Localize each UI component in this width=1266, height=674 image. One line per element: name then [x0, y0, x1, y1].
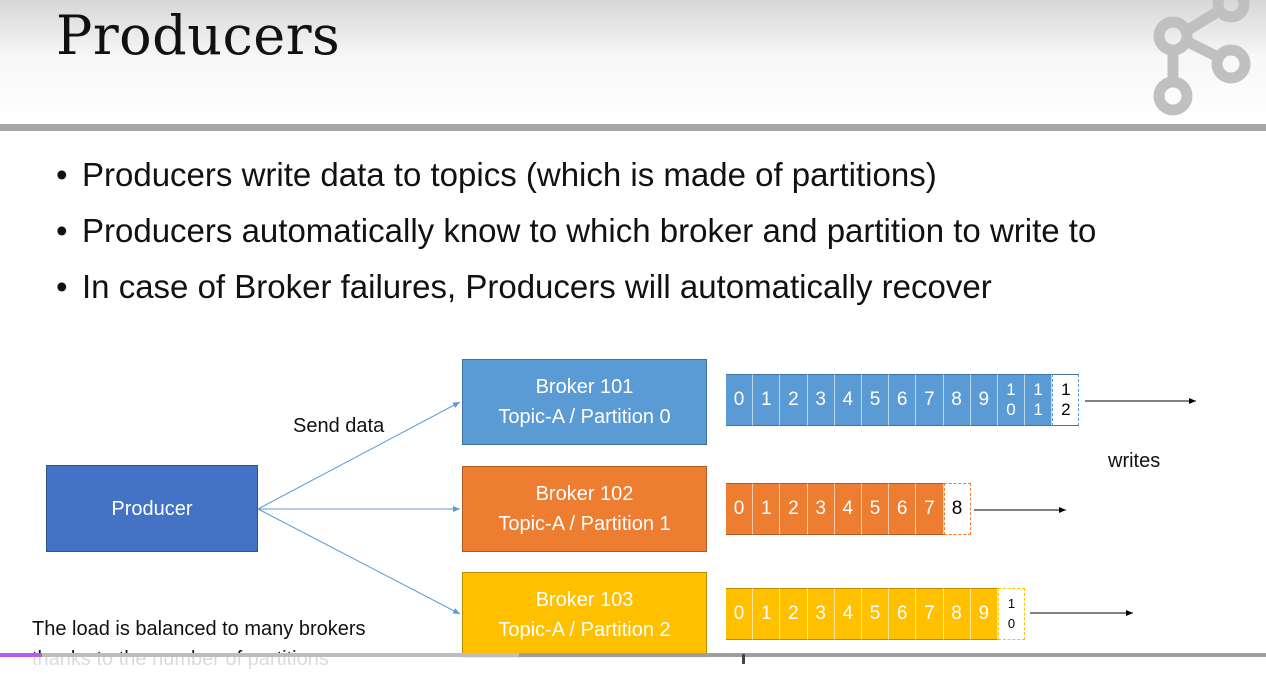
offset-cell: 4 — [834, 483, 862, 535]
offset-cell: 0 — [726, 483, 754, 535]
partition-1-log: 0 1 2 3 4 5 6 7 8 — [726, 483, 971, 535]
offset-cell: 1 — [753, 588, 781, 640]
offset-cell: 3 — [807, 483, 835, 535]
producer-box: Producer — [46, 465, 258, 552]
offset-cell: 2 — [780, 483, 808, 535]
offset-cell: 1 — [753, 374, 781, 426]
offset-cell: 6 — [889, 374, 917, 426]
offset-cell: 7 — [916, 483, 944, 535]
progress-played — [0, 653, 42, 657]
offset-cell: 8 — [943, 374, 971, 426]
broker-topic: Topic-A / Partition 2 — [498, 619, 671, 641]
offset-cell: 4 — [834, 588, 862, 640]
offset-cell: 7 — [916, 588, 944, 640]
partition-0-log: 0 1 2 3 4 5 6 7 8 9 10 11 12 — [726, 374, 1080, 426]
video-progress-bar[interactable] — [0, 653, 1266, 669]
offset-cell: 11 — [1025, 374, 1053, 426]
bullet-item: • Producers write data to topics (which i… — [56, 156, 937, 193]
offset-cell: 7 — [916, 374, 944, 426]
new-offset-cell: 12 — [1052, 374, 1080, 426]
broker-name: Broker 101 — [535, 376, 634, 398]
note-line: The load is balanced to many brokers — [32, 618, 366, 640]
offset-cell: 5 — [861, 483, 890, 535]
bullet-list: • Producers write data to topics (which i… — [56, 150, 1096, 318]
offset-cell: 8 — [943, 588, 971, 640]
new-offset-cell: 8 — [943, 483, 971, 535]
bullet-item: • In case of Broker failures, Producers w… — [56, 268, 992, 305]
offset-cell: 6 — [889, 483, 917, 535]
send-data-label: Send data — [293, 415, 385, 437]
new-offset-cell: 10 — [997, 588, 1026, 640]
offset-cell: 3 — [807, 588, 835, 640]
progress-buffered — [0, 653, 520, 657]
offset-cell: 2 — [780, 374, 808, 426]
offset-cell: 0 — [726, 374, 754, 426]
producer-label: Producer — [111, 497, 193, 520]
bullet-text: Producers write data to topics (which is… — [82, 156, 937, 193]
broker-topic: Topic-A / Partition 1 — [498, 513, 671, 535]
bullet-text: In case of Broker failures, Producers wi… — [82, 268, 992, 305]
partition-2-log: 0 1 2 3 4 5 6 7 8 9 10 — [726, 588, 1026, 640]
slide-title: Producers — [56, 4, 341, 67]
scrubber-handle[interactable] — [742, 654, 745, 664]
broker-name: Broker 102 — [535, 483, 634, 505]
offset-cell: 10 — [997, 374, 1026, 426]
writes-label: writes — [1108, 450, 1161, 472]
offset-cell: 9 — [970, 588, 998, 640]
offset-cell: 1 — [753, 483, 781, 535]
send-arrow-3 — [257, 508, 461, 615]
offset-cell: 6 — [889, 588, 917, 640]
offset-cell: 9 — [970, 374, 998, 426]
bullet-text: Producers automatically know to which br… — [82, 212, 1097, 249]
kafka-logo-icon — [1153, 0, 1251, 116]
offset-cell: 4 — [834, 374, 862, 426]
broker-name: Broker 103 — [535, 589, 634, 611]
offset-cell: 2 — [780, 588, 808, 640]
broker-103-box: Broker 103 Topic-A / Partition 2 — [462, 572, 707, 658]
offset-cell: 5 — [861, 374, 890, 426]
offset-cell: 5 — [861, 588, 890, 640]
offset-cell: 0 — [726, 588, 754, 640]
bullet-item: • Producers automatically know to which b… — [56, 212, 1097, 249]
broker-101-box: Broker 101 Topic-A / Partition 0 — [462, 359, 707, 445]
offset-cell: 3 — [807, 374, 835, 426]
title-divider — [0, 124, 1266, 131]
broker-102-box: Broker 102 Topic-A / Partition 1 — [462, 466, 707, 552]
broker-topic: Topic-A / Partition 0 — [498, 406, 671, 428]
